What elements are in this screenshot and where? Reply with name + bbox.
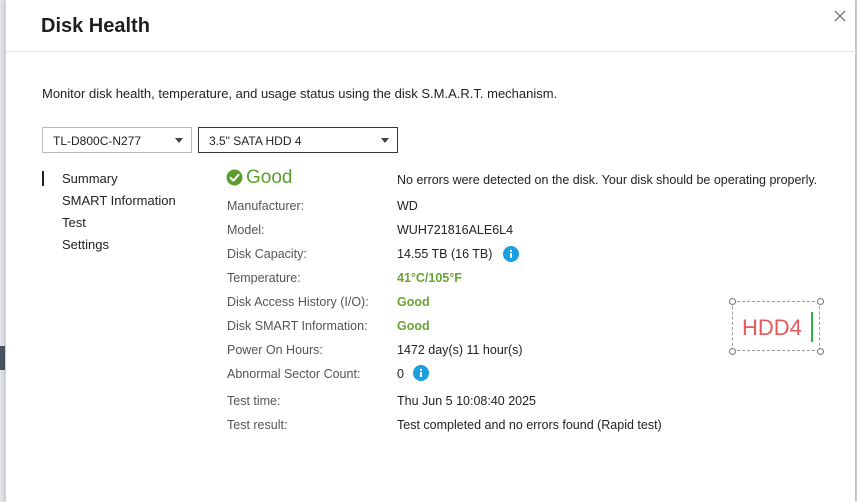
- model-label: Model:: [227, 223, 265, 237]
- capacity-value: 14.55 TB (16 TB): [397, 247, 493, 261]
- disk-label-editor[interactable]: HDD4: [729, 298, 824, 355]
- chevron-down-icon: [175, 138, 183, 143]
- close-button[interactable]: [832, 8, 848, 24]
- smart-info-label: Disk SMART Information:: [227, 319, 368, 333]
- power-on-hours-label: Power On Hours:: [227, 343, 323, 357]
- enclosure-select[interactable]: TL-D800C-N277: [42, 127, 192, 153]
- close-icon: [834, 10, 846, 22]
- check-circle-icon: [226, 169, 243, 186]
- dialog-title: Disk Health: [41, 15, 150, 37]
- abnormal-sector-value: 0: [397, 367, 404, 381]
- smart-info-value: Good: [397, 319, 430, 333]
- disk-select[interactable]: 3.5" SATA HDD 4: [198, 127, 398, 153]
- access-history-label: Disk Access History (I/O):: [227, 295, 369, 309]
- capacity-label: Disk Capacity:: [227, 247, 307, 261]
- capacity-info-button[interactable]: [503, 246, 519, 262]
- temperature-label: Temperature:: [227, 271, 301, 285]
- nav-item-test[interactable]: Test: [42, 214, 192, 234]
- health-status-text: Good: [246, 167, 293, 188]
- test-time-value: Thu Jun 5 10:08:40 2025: [397, 394, 537, 408]
- text-cursor: [811, 312, 813, 342]
- disk-label-text: HDD4: [742, 315, 802, 340]
- manufacturer-label: Manufacturer:: [227, 199, 305, 213]
- chevron-down-icon: [381, 138, 389, 143]
- test-result-label: Test result:: [227, 418, 288, 432]
- resize-handle[interactable]: [729, 348, 736, 355]
- nav-item-smart-information[interactable]: SMART Information: [42, 192, 192, 212]
- dialog-header: Disk Health: [6, 0, 856, 52]
- power-on-hours-value: 1472 day(s) 11 hour(s): [397, 343, 523, 357]
- manufacturer-value: WD: [397, 199, 418, 213]
- test-result-value: Test completed and no errors found (Rapi…: [397, 418, 662, 432]
- nav-item-summary[interactable]: Summary: [42, 170, 192, 190]
- enclosure-select-value: TL-D800C-N277: [53, 134, 142, 148]
- resize-handle[interactable]: [817, 298, 824, 305]
- test-time-label: Test time:: [227, 394, 281, 408]
- abnormal-sector-info-button[interactable]: [413, 365, 429, 381]
- nav-item-settings[interactable]: Settings: [42, 236, 192, 256]
- temperature-value: 41°C/105°F: [397, 271, 462, 285]
- health-status-message: No errors were detected on the disk. You…: [397, 173, 818, 187]
- abnormal-sector-label: Abnormal Sector Count:: [227, 367, 361, 381]
- disk-health-dialog: Disk Health Monitor disk health, tempera…: [5, 0, 856, 502]
- dialog-description: Monitor disk health, temperature, and us…: [42, 86, 558, 101]
- model-value: WUH721816ALE6L4: [397, 223, 514, 237]
- info-icon: [413, 365, 429, 381]
- info-icon: [503, 246, 519, 262]
- access-history-value: Good: [397, 295, 430, 309]
- resize-handle[interactable]: [817, 348, 824, 355]
- disk-select-value: 3.5" SATA HDD 4: [209, 134, 302, 148]
- resize-handle[interactable]: [729, 298, 736, 305]
